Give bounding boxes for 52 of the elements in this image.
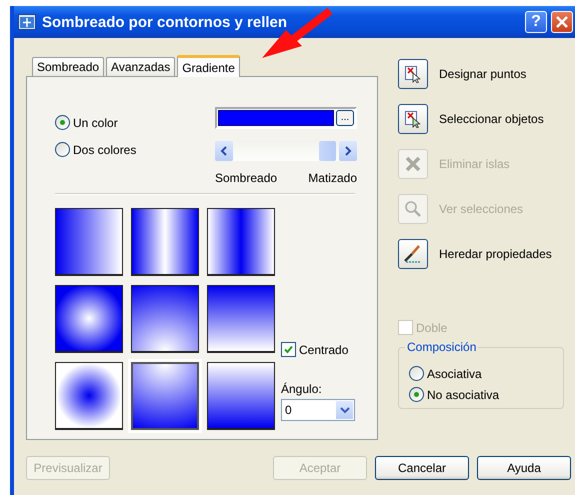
checkbox[interactable] bbox=[281, 342, 296, 357]
select-objects-icon bbox=[404, 110, 422, 128]
close-button[interactable] bbox=[551, 11, 573, 33]
slider-label: Matizado bbox=[308, 171, 357, 185]
radio-button[interactable] bbox=[409, 366, 424, 381]
radio-button[interactable] bbox=[409, 387, 424, 402]
window-title: Sombreado por contornos y rellen bbox=[42, 14, 288, 30]
gradient-swatch[interactable] bbox=[131, 285, 199, 353]
color-field[interactable]: ... bbox=[215, 107, 357, 129]
radio-label: Un color bbox=[73, 116, 118, 130]
gradient-swatch[interactable] bbox=[131, 208, 199, 276]
magnifier-icon bbox=[404, 200, 422, 218]
app-icon bbox=[18, 14, 36, 30]
tab[interactable]: Avanzadas bbox=[106, 57, 176, 76]
radio-label: Dos colores bbox=[73, 142, 136, 156]
radio-button[interactable] bbox=[55, 115, 70, 130]
gradient-swatch[interactable] bbox=[207, 208, 275, 276]
action-label: Ver selecciones bbox=[439, 202, 524, 216]
pick-button[interactable] bbox=[398, 59, 428, 89]
action-label: Designar puntos bbox=[439, 67, 526, 81]
checkbox-label: Centrado bbox=[299, 342, 348, 356]
pick-points-icon bbox=[404, 65, 422, 83]
gradient-swatch[interactable] bbox=[207, 362, 275, 430]
action-label: Seleccionar objetos bbox=[439, 112, 544, 126]
check-icon bbox=[283, 344, 294, 355]
gradient-swatch[interactable] bbox=[131, 362, 199, 430]
gradient-swatch[interactable] bbox=[55, 208, 123, 276]
gradient-swatch[interactable] bbox=[55, 362, 123, 430]
gradient-swatch[interactable] bbox=[55, 285, 123, 353]
group-title: Composición bbox=[405, 340, 478, 354]
dialog-button[interactable]: Ayuda bbox=[477, 456, 571, 480]
shade-slider[interactable] bbox=[215, 141, 357, 161]
action-label: Heredar propiedades bbox=[439, 247, 552, 261]
close-icon bbox=[555, 15, 569, 29]
tab[interactable]: Sombreado bbox=[32, 57, 104, 76]
slider-thumb[interactable] bbox=[318, 141, 336, 161]
cross-icon bbox=[404, 155, 422, 173]
pick-button[interactable] bbox=[398, 104, 428, 134]
radio-label: No asociativa bbox=[427, 388, 500, 402]
gradient-swatch[interactable] bbox=[207, 285, 275, 353]
inherit-button[interactable] bbox=[398, 239, 428, 269]
radio-button[interactable] bbox=[55, 142, 70, 157]
action-label: Eliminar islas bbox=[439, 157, 510, 171]
dialog-button[interactable]: Cancelar bbox=[375, 456, 469, 480]
angle-dropdown[interactable]: 0 bbox=[281, 399, 355, 421]
checkbox-label: Doble bbox=[416, 320, 448, 334]
brush-icon bbox=[403, 244, 423, 264]
tab[interactable]: Gradiente bbox=[177, 55, 240, 77]
radio-label: Asociativa bbox=[427, 366, 482, 380]
color-picker-button[interactable]: ... bbox=[336, 110, 354, 126]
slider-label: Sombreado bbox=[215, 171, 278, 185]
angle-label: Ángulo: bbox=[281, 382, 323, 396]
